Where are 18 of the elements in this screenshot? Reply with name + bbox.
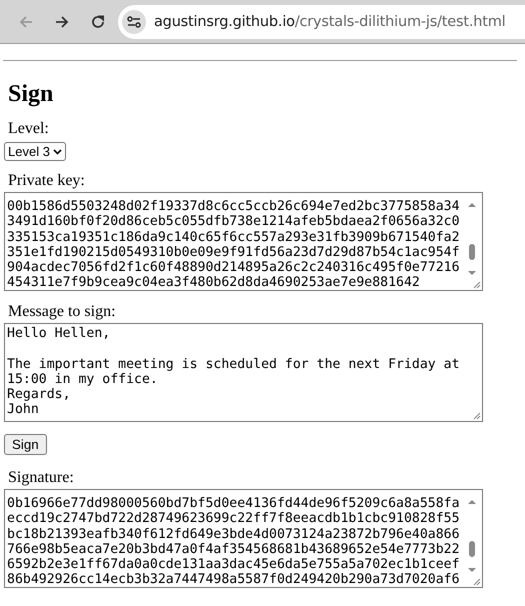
resize-handle-icon[interactable] — [473, 281, 481, 289]
resize-handle-icon[interactable] — [473, 412, 481, 420]
private-key-field[interactable]: 00b1586d5503248d02f19337d8c6cc5ccb26c694e7ed2bc3775858a34 3491d160bf0f20d86ceb5c055dfb738e1214afeb5bdaea2f0656a32c0 335153ca19351c186da9c140c65f6cc557a293e31fb3909b671540fa2 351e1fd190215d0549310b0e09e9f91fd56a23d7d29d87b54c1ac954f 904acdec7056fd2f1c60f48890d214895a26c2c240316c495f0e77216 454311e7f9b9cea9c04ea3f480b62d8da4690253ae7e9e881642 — [4, 192, 483, 291]
level-dropdown[interactable]: Level 3 — [4, 142, 66, 161]
field-label: Private key: — [8, 172, 86, 190]
field-label: Message to sign: — [8, 303, 117, 321]
resize-handle-icon[interactable] — [473, 578, 481, 586]
page-heading: Sign — [8, 81, 54, 108]
address-bar[interactable]: agustinsrg.github.io/crystals-dilithium-js/test.html — [118, 4, 525, 38]
reload-icon[interactable] — [89, 12, 107, 30]
sign-button[interactable]: Sign — [4, 434, 47, 455]
caret-icon[interactable] — [52, 148, 62, 154]
signature-field[interactable]: 0b16966e77dd98000560bd7bf5d0ee4136fd44de96f5209c6a8a558fa eccd19c2747bd722d28749623699c22ff7f8eeacdb1b1cbc910828f55 bc18b21393eafb340f612fd649e3bde4d0073124a23872b796e40a866 766e98b5eaca7e20b3bd47a0f4af354568681b43689652e54e7773b22 6592b2e3e1ff67da0a0cde131aa3dac45e6da5e755a5a702ec1b1ceef 86b492926cc14ecb3b32a7447498a5587f0d249420b290a73d7020af6 — [4, 489, 483, 588]
url-text: agustinsrg.github.io/crystals-dilithium-js/test.html — [154, 14, 506, 30]
field-label: Signature: — [8, 469, 75, 487]
field-label: Level: — [8, 120, 50, 138]
site-settings-icon[interactable] — [122, 10, 146, 34]
message-field[interactable]: Hello Hellen, The important meeting is scheduled for the next Friday at 15:00 in my office. Regards, John — [4, 323, 483, 422]
